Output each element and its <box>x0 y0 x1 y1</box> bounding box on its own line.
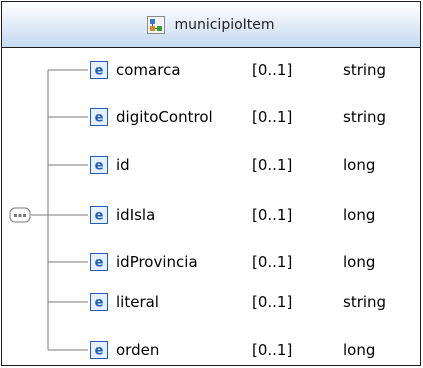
element-name: idProvincia <box>116 253 198 271</box>
element-icon: e <box>90 253 108 271</box>
svg-text:e: e <box>95 296 104 311</box>
element-name: digitoControl <box>116 108 213 126</box>
element-name: literal <box>116 293 159 311</box>
sequence-compositor-icon[interactable] <box>9 204 31 226</box>
element-cardinality: [0..1] <box>252 341 293 359</box>
element-row-idisla[interactable]: e idIsla [0..1] long <box>90 203 375 227</box>
element-type: long <box>343 156 376 174</box>
element-row-orden[interactable]: e orden [0..1] long <box>90 338 375 362</box>
element-name: comarca <box>116 61 181 79</box>
element-row-id[interactable]: e id [0..1] long <box>90 153 375 177</box>
element-type: long <box>343 253 376 271</box>
element-type: long <box>343 341 376 359</box>
element-cardinality: [0..1] <box>252 61 293 79</box>
element-icon: e <box>90 108 108 126</box>
svg-text:e: e <box>95 159 104 174</box>
element-name: id <box>116 156 130 174</box>
element-type: string <box>343 61 387 79</box>
element-icon: e <box>90 206 108 224</box>
element-name: orden <box>116 341 160 359</box>
element-cardinality: [0..1] <box>252 293 293 311</box>
element-row-digitocontrol[interactable]: e digitoControl [0..1] string <box>90 105 386 129</box>
element-icon: e <box>90 293 108 311</box>
element-row-comarca[interactable]: e comarca [0..1] string <box>90 58 386 82</box>
element-row-literal[interactable]: e literal [0..1] string <box>90 290 386 314</box>
svg-text:e: e <box>95 256 104 271</box>
element-icon: e <box>90 61 108 79</box>
element-type: string <box>343 108 387 126</box>
svg-text:e: e <box>95 111 104 126</box>
element-row-idprovincia[interactable]: e idProvincia [0..1] long <box>90 250 375 274</box>
complex-type-box[interactable]: municipioItem e comarca [0..1] string e … <box>1 1 421 366</box>
element-cardinality: [0..1] <box>252 206 293 224</box>
svg-text:e: e <box>95 209 104 224</box>
element-name: idIsla <box>116 206 156 224</box>
element-type: long <box>343 206 376 224</box>
element-type: string <box>343 293 387 311</box>
element-icon: e <box>90 341 108 359</box>
svg-text:e: e <box>95 344 104 359</box>
element-cardinality: [0..1] <box>252 156 293 174</box>
element-icon: e <box>90 156 108 174</box>
element-cardinality: [0..1] <box>252 253 293 271</box>
svg-text:e: e <box>95 64 104 79</box>
element-cardinality: [0..1] <box>252 108 293 126</box>
